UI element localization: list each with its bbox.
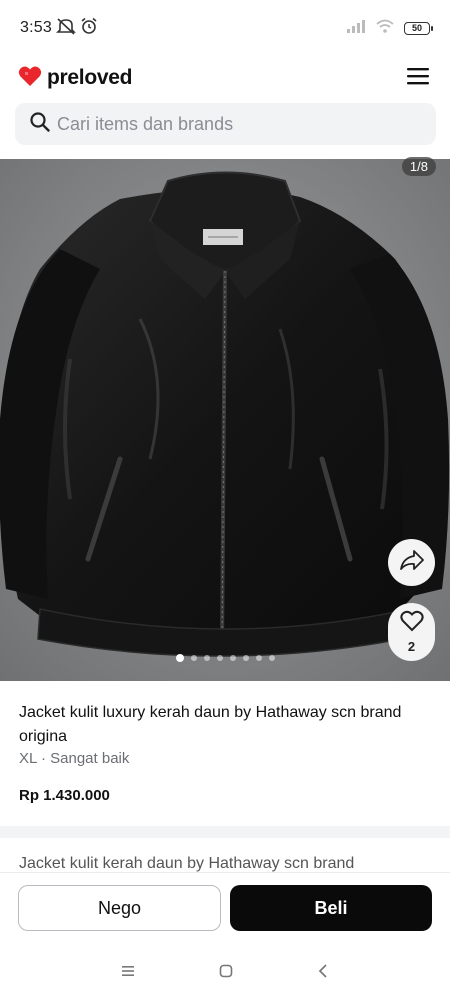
menu-button[interactable]	[404, 64, 432, 92]
search-bar[interactable]	[15, 103, 436, 145]
product-condition: Sangat baik	[50, 750, 130, 767]
search-input[interactable]	[57, 113, 417, 135]
description-preview: Jacket kulit kerah daun by Hathaway scn …	[19, 856, 439, 872]
product-image-gallery[interactable]	[0, 159, 450, 681]
home-icon[interactable]	[218, 963, 234, 984]
brand-logo[interactable]: preloved	[18, 65, 132, 92]
status-time: 3:53	[20, 19, 52, 36]
wifi-icon	[376, 19, 394, 38]
product-title: Jacket kulit luxury kerah daun by Hathaw…	[19, 704, 402, 745]
pagination-dot[interactable]	[216, 655, 223, 661]
alarm-icon	[80, 17, 98, 40]
product-photo	[0, 159, 450, 681]
recent-apps-icon[interactable]	[120, 964, 136, 983]
status-bar: 3:53 50	[0, 0, 450, 56]
pagination-dot[interactable]	[203, 655, 210, 661]
pagination-dot[interactable]	[268, 655, 275, 661]
system-navigation-bar	[0, 946, 450, 1000]
battery-indicator: 50	[404, 21, 433, 35]
share-button[interactable]	[388, 539, 435, 586]
description-text: Jacket kulit kerah daun by Hathaway scn …	[19, 856, 355, 872]
pagination-dot[interactable]	[255, 655, 262, 661]
heart-logo-icon	[18, 65, 42, 92]
gallery-pagination-dots	[0, 654, 450, 662]
pagination-dot[interactable]	[229, 655, 236, 661]
pagination-dot[interactable]	[190, 655, 197, 661]
meta-separator: ·	[40, 750, 46, 767]
product-meta: XL · Sangat baik	[19, 750, 129, 767]
action-bar: Nego Beli	[0, 872, 450, 946]
heart-icon	[399, 610, 424, 637]
status-left: 3:53	[20, 17, 98, 40]
like-button[interactable]: 2	[388, 603, 435, 661]
product-size: XL	[19, 750, 37, 767]
signal-icon	[346, 19, 366, 38]
image-counter: 1/8	[401, 157, 436, 176]
brand-name: preloved	[47, 66, 133, 89]
search-icon	[29, 111, 51, 138]
nego-button[interactable]: Nego	[18, 885, 221, 931]
pagination-dot[interactable]	[242, 655, 249, 661]
section-divider	[0, 826, 450, 838]
buy-button[interactable]: Beli	[230, 885, 432, 931]
pagination-dot[interactable]	[175, 654, 184, 662]
status-right: 50	[346, 19, 433, 38]
share-arrow-icon	[399, 549, 424, 576]
hamburger-menu-icon	[406, 66, 430, 91]
mute-icon	[56, 17, 76, 40]
app-header: preloved	[0, 56, 450, 100]
back-icon[interactable]	[316, 963, 330, 984]
product-price: Rp 1.430.000	[19, 787, 110, 804]
like-count: 2	[407, 639, 416, 654]
